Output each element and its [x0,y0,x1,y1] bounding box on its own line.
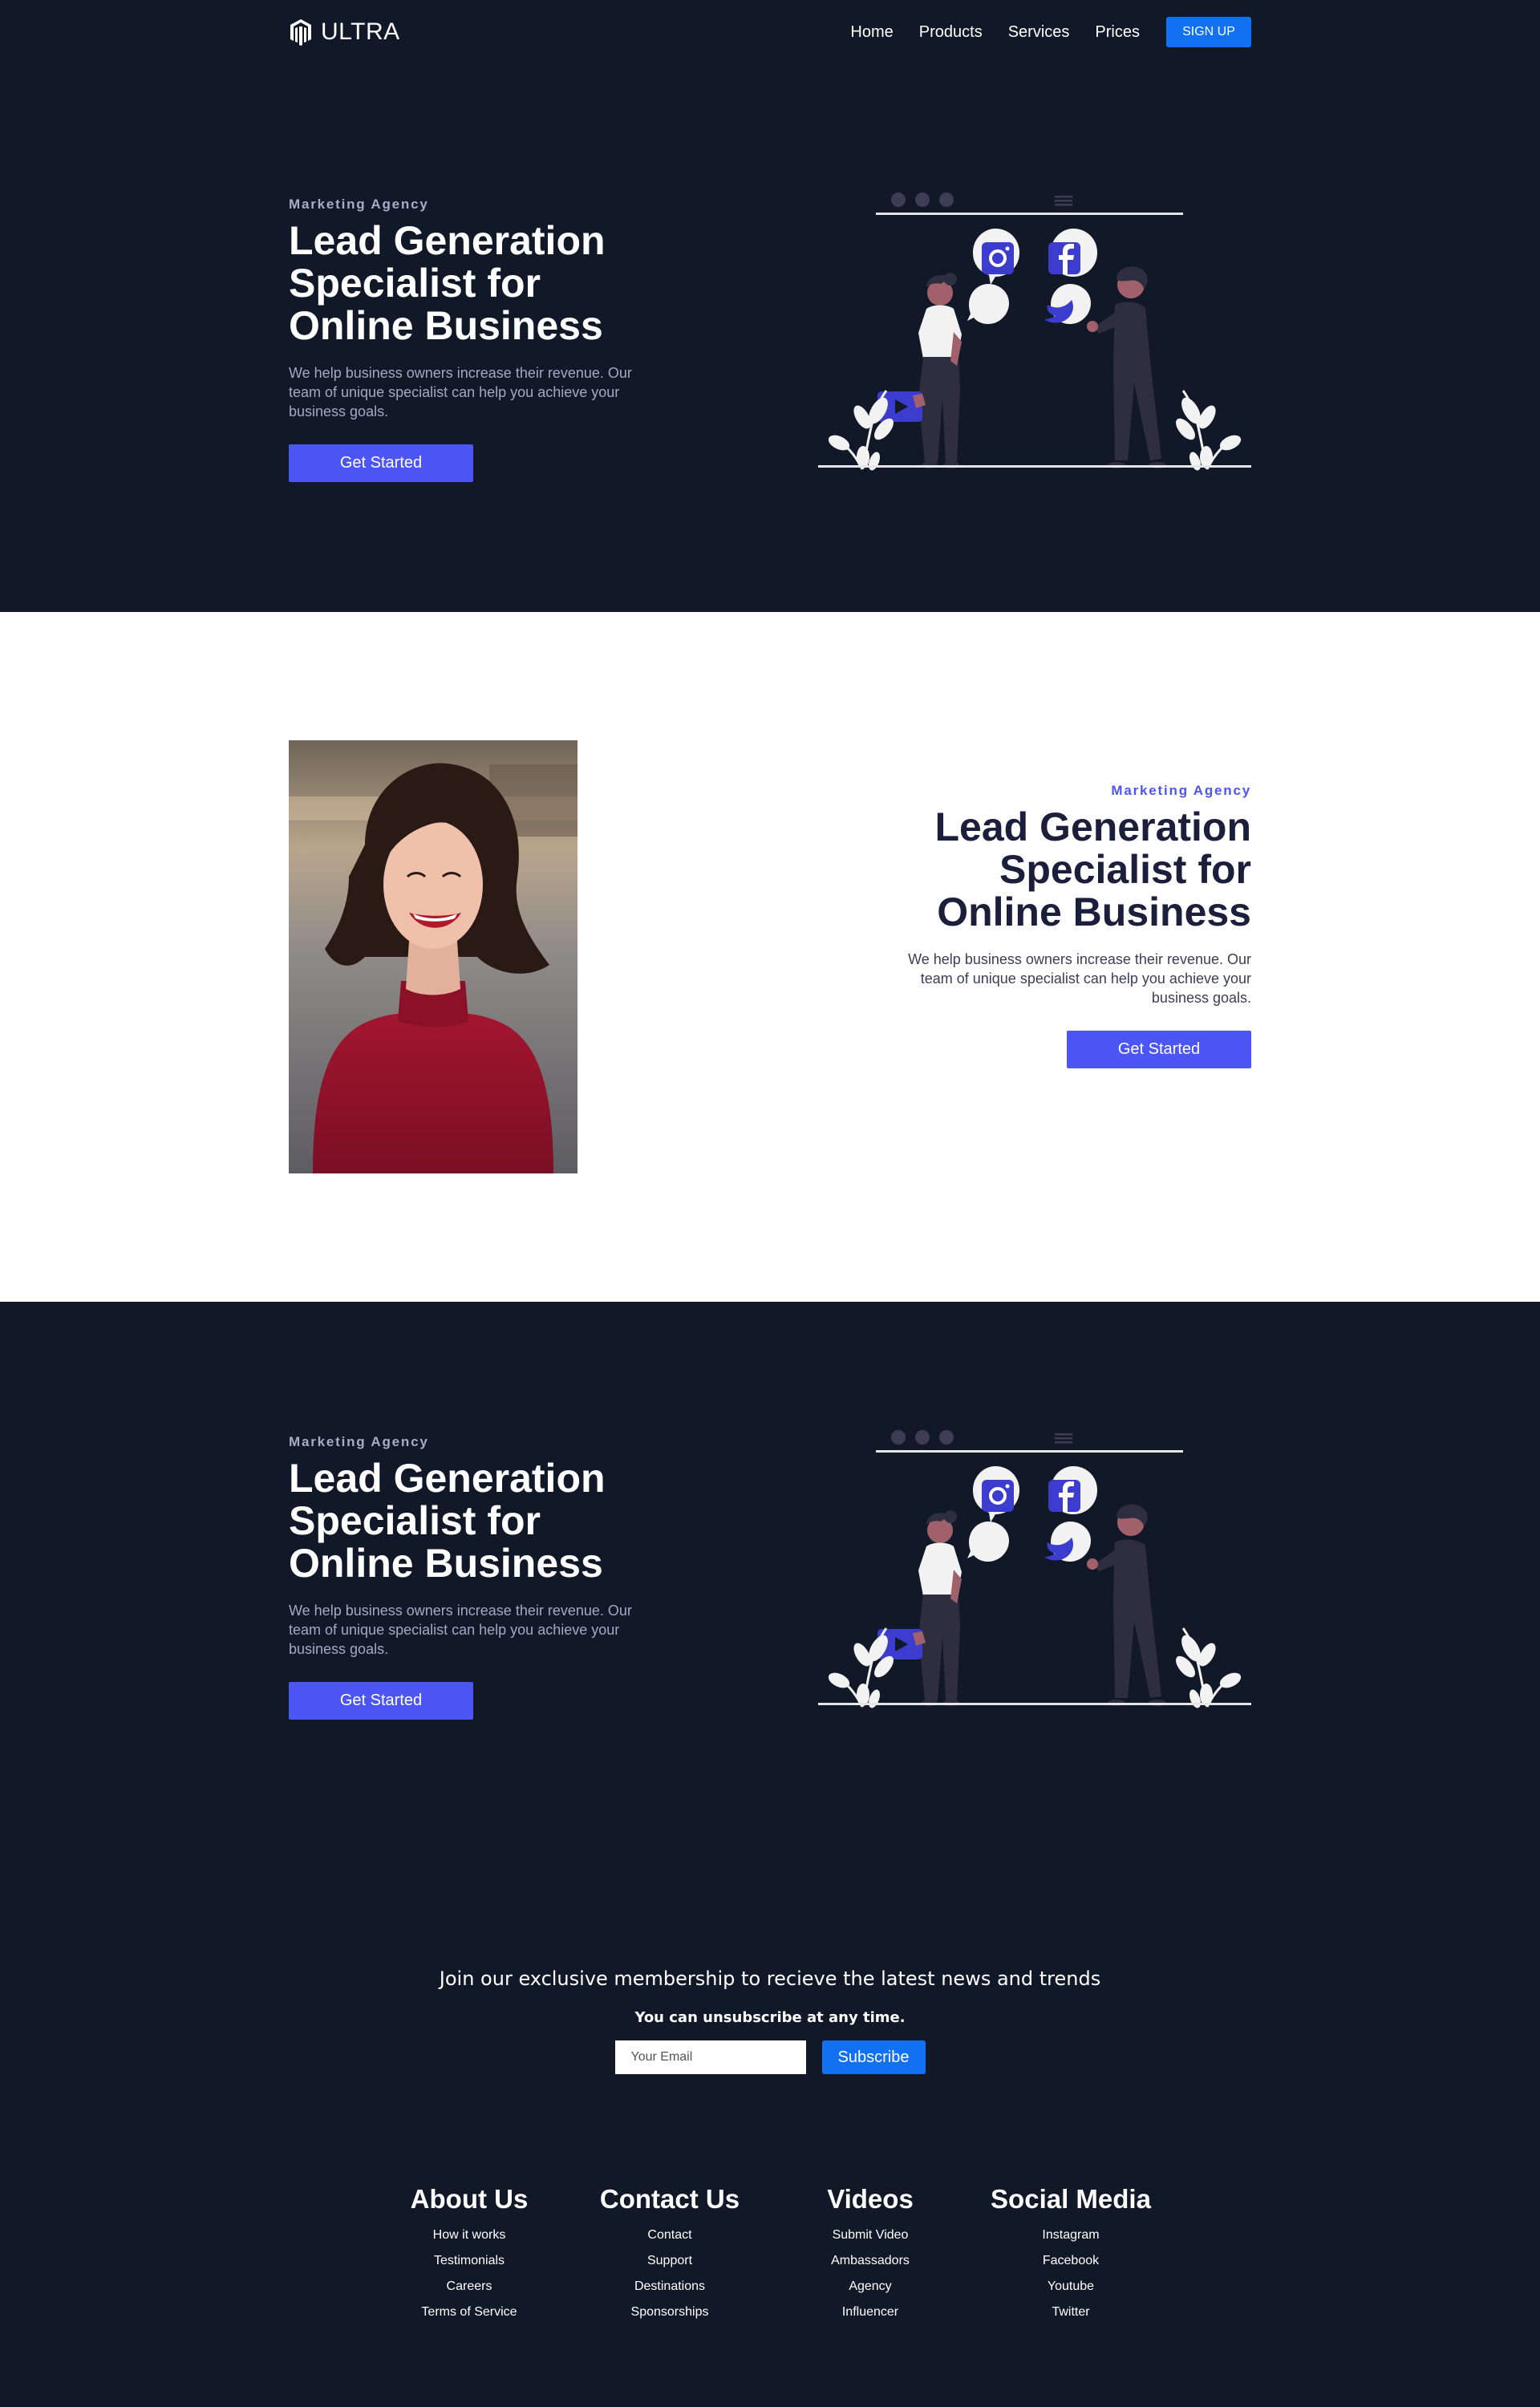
footer-link-testimonials[interactable]: Testimonials [369,2248,569,2274]
subscribe-button[interactable]: Subscribe [821,2040,926,2074]
nav-link-home[interactable]: Home [850,23,893,42]
hero2-description: We help business owners increase their r… [908,951,1251,1006]
hero1-eyebrow: Marketing Agency [289,197,429,212]
footer-link-careers[interactable]: Careers [369,2274,569,2300]
woman-photo [289,740,578,1173]
hero-section-3: Marketing Agency Lead Generation Special… [0,1302,1540,1919]
ultra-logo-icon [290,19,311,46]
footer-link-sponsorships[interactable]: Sponsorships [569,2300,770,2325]
footer-col-about: About Us How it works Testimonials Caree… [369,2184,569,2325]
footer-col-social: Social Media Instagram Facebook Youtube … [971,2184,1171,2325]
footer-link-instagram[interactable]: Instagram [971,2223,1171,2248]
hero2-headline: Lead Generation Specialist for Online Bu… [934,804,1251,934]
hero2-eyebrow: Marketing Agency [1111,783,1251,798]
top-navbar: ULTRA Home Products Services Prices SIGN… [289,0,1251,64]
footer-link-terms[interactable]: Terms of Service [369,2300,569,2325]
footer-link-how-it-works[interactable]: How it works [369,2223,569,2248]
footer-heading-videos: Videos [827,2184,914,2214]
footer-col-videos: Videos Submit Video Ambassadors Agency I… [770,2184,971,2325]
newsletter-subtitle: You can unsubscribe at any time. [634,2009,906,2026]
nav-link-services[interactable]: Services [1008,23,1070,42]
social-media-illustration-icon [818,1430,1251,1708]
portrait-image-icon [289,740,578,1173]
footer-link-twitter[interactable]: Twitter [971,2300,1171,2325]
hero3-text: Marketing Agency Lead Generation Special… [289,1434,674,1720]
hero1-headline: Lead Generation Specialist for Online Bu… [289,218,606,348]
hero-section-2: Marketing Agency Lead Generation Special… [0,612,1540,1302]
hero2-get-started-button[interactable]: Get Started [1067,1031,1251,1068]
nav-link-prices[interactable]: Prices [1095,23,1140,42]
hero1-description: We help business owners increase their r… [289,365,632,419]
newsletter-form: Subscribe [0,2040,1540,2074]
hero1-get-started-button[interactable]: Get Started [289,444,473,482]
hero3-headline: Lead Generation Specialist for Online Bu… [289,1456,606,1586]
footer-link-destinations[interactable]: Destinations [569,2274,770,2300]
brand-name: ULTRA [321,18,400,45]
footer-link-submit-video[interactable]: Submit Video [770,2223,971,2248]
hero3-eyebrow: Marketing Agency [289,1434,429,1449]
footer-link-youtube[interactable]: Youtube [971,2274,1171,2300]
brand-logo[interactable]: ULTRA [289,18,400,46]
hero1-text: Marketing Agency Lead Generation Special… [289,197,674,482]
hero3-get-started-button[interactable]: Get Started [289,1682,473,1720]
newsletter-section: Join our exclusive membership to recieve… [0,1919,1540,2184]
marketing-illustration-1 [818,184,1251,553]
footer-heading-about: About Us [410,2184,529,2214]
hero2-text: Marketing Agency Lead Generation Special… [866,783,1251,1068]
footer-heading-social: Social Media [991,2184,1151,2214]
hero-section-1: ULTRA Home Products Services Prices SIGN… [0,0,1540,612]
signup-button[interactable]: SIGN UP [1166,17,1251,47]
footer-link-influencer[interactable]: Influencer [770,2300,971,2325]
newsletter-title: Join our exclusive membership to recieve… [439,1967,1101,1990]
nav-link-products[interactable]: Products [919,23,983,42]
footer-link-agency[interactable]: Agency [770,2274,971,2300]
footer-link-facebook[interactable]: Facebook [971,2248,1171,2274]
nav-links: Home Products Services Prices SIGN UP [825,17,1251,47]
footer-link-ambassadors[interactable]: Ambassadors [770,2248,971,2274]
footer-link-support[interactable]: Support [569,2248,770,2274]
footer-link-contact[interactable]: Contact [569,2223,770,2248]
marketing-illustration-2 [818,1422,1251,1791]
site-footer: About Us How it works Testimonials Caree… [0,2184,1540,2377]
footer-heading-contact: Contact Us [599,2184,740,2214]
footer-columns: About Us How it works Testimonials Caree… [0,2184,1540,2325]
social-media-illustration-icon [818,192,1251,471]
footer-col-contact: Contact Us Contact Support Destinations … [569,2184,770,2325]
hero3-description: We help business owners increase their r… [289,1603,632,1657]
email-input[interactable] [614,2040,806,2074]
